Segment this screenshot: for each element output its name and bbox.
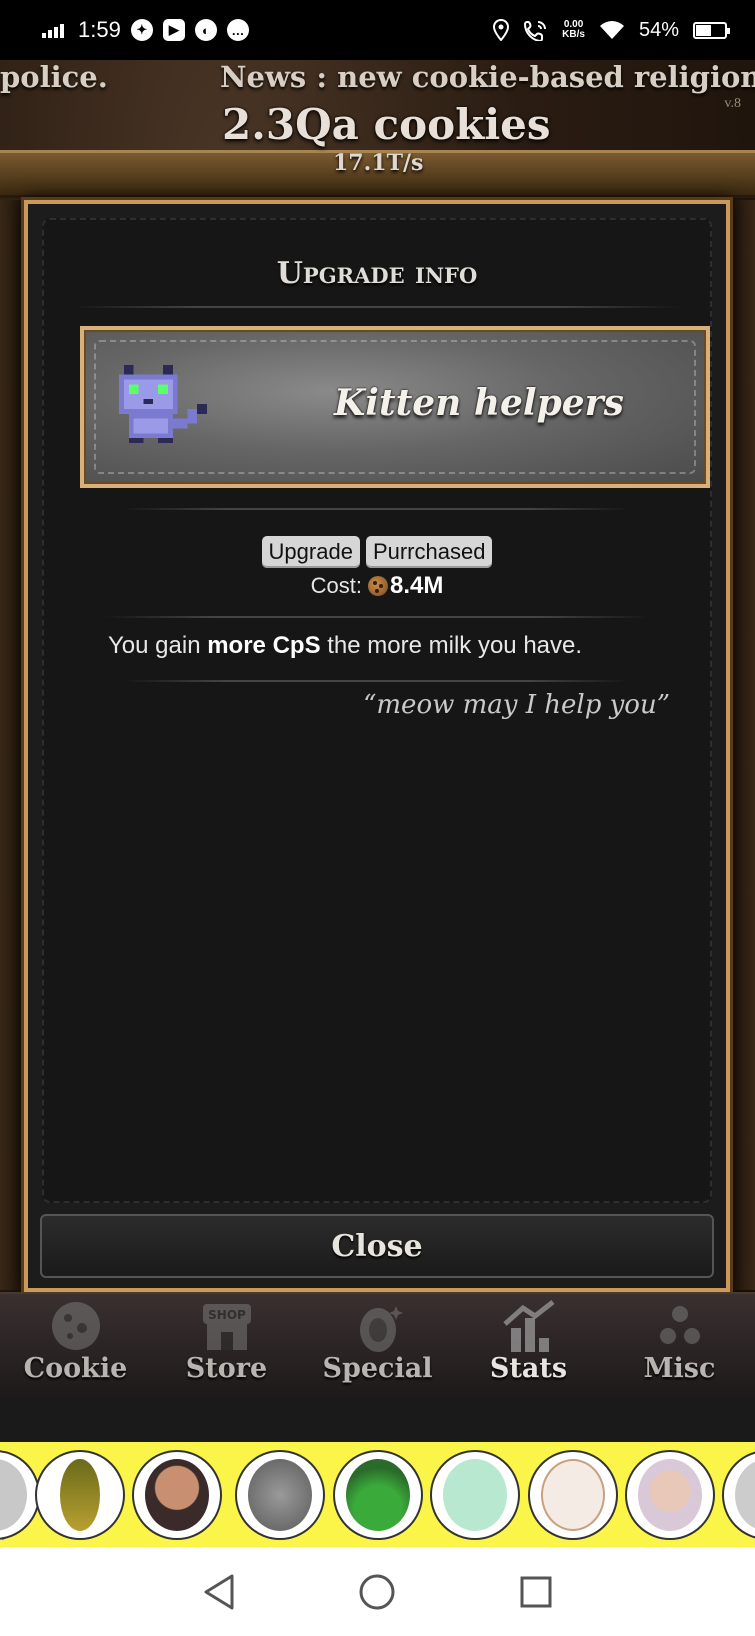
shop-icon: SHOP: [202, 1304, 251, 1350]
tab-cookie[interactable]: Cookie: [6, 1294, 146, 1384]
separator-strip: [0, 1396, 755, 1442]
tab-label: Misc: [643, 1353, 716, 1384]
upgrade-description: You gain more CpS the more milk you have…: [108, 632, 583, 659]
tab-label: Special: [322, 1353, 433, 1384]
stats-icon: [502, 1300, 555, 1352]
partial-sticker: [0, 1450, 40, 1540]
tab-label: Cookie: [23, 1353, 128, 1384]
flavor-quote: “meow may I help you”: [363, 690, 670, 720]
youtube-icon: ▶: [162, 19, 185, 41]
close-button[interactable]: Close: [40, 1214, 714, 1278]
cost-line: Cost: 8.4M: [44, 572, 710, 600]
recents-button[interactable]: [516, 1572, 556, 1612]
recents-icon: [520, 1576, 552, 1607]
upgrade-tags: Upgrade Purrchased: [44, 536, 710, 568]
ad-banner[interactable]: ▷: [0, 1442, 755, 1547]
home-button[interactable]: [357, 1572, 397, 1612]
tab-misc[interactable]: Misc: [610, 1294, 750, 1384]
divider: [124, 680, 630, 682]
bottom-tab-bar: Cookie SHOP Store Special Stats Misc: [0, 1292, 755, 1396]
cost-value: 8.4M: [390, 572, 444, 599]
battery-icon: [693, 21, 730, 39]
broccoli-sticker: [333, 1450, 423, 1540]
news-fragment: police.: [0, 60, 108, 94]
upgrade-name: Kitten helpers: [334, 382, 624, 424]
pickle-sticker: [35, 1450, 125, 1540]
green-face-sticker: [430, 1450, 520, 1540]
news-ticker[interactable]: police. News : new cookie-based religion: [0, 60, 755, 100]
svg-text:SHOP: SHOP: [208, 1308, 246, 1322]
kitten-icon: [119, 364, 207, 444]
upgrade-info-modal: Upgrade info Kitten helpers Upgrade Purr…: [24, 200, 730, 1292]
divider: [124, 508, 630, 510]
dots-icon: [659, 1306, 700, 1344]
cookie-icon: [51, 1302, 100, 1350]
tab-store[interactable]: SHOP Store: [157, 1294, 297, 1384]
modal-title: Upgrade info: [276, 256, 478, 291]
location-icon: [493, 19, 510, 41]
net-speed: 0.00 KB/s: [562, 19, 585, 40]
cookie-icon: [368, 576, 388, 596]
divider: [74, 306, 680, 308]
cookie-count: 2.3Qa cookies: [222, 100, 551, 149]
cookies-per-second: 17.1T/s: [333, 150, 424, 176]
battery-percent: 54%: [638, 18, 679, 41]
tab-stats[interactable]: Stats: [459, 1294, 599, 1384]
signal-icon: [42, 22, 64, 38]
bearded-man-sticker: [132, 1450, 222, 1540]
app-icon: ◐: [194, 19, 217, 41]
home-icon: [359, 1574, 395, 1609]
divider: [104, 616, 650, 618]
tag-status: Purrchased: [365, 536, 493, 568]
egg-icon: [359, 1306, 403, 1352]
tag-type: Upgrade: [261, 536, 360, 568]
tab-special[interactable]: Special: [308, 1294, 448, 1384]
wifi-call-icon: [524, 21, 547, 41]
wifi-icon: [599, 21, 624, 39]
status-bar: 1:59 ✦ ▶ ◐ … 0.00 KB/s 54%: [0, 0, 755, 60]
blonde-woman-sticker: [625, 1450, 715, 1540]
upgrade-banner: Kitten helpers: [80, 326, 710, 488]
tab-label: Stats: [489, 1353, 568, 1384]
system-nav-bar: [0, 1547, 755, 1636]
tab-label: Store: [185, 1353, 268, 1384]
gray-cat-sticker: [235, 1450, 325, 1540]
cost-label: Cost:: [310, 573, 362, 598]
partial-sticker: [722, 1450, 755, 1540]
status-time: 1:59: [78, 17, 121, 42]
version-label: v.8: [724, 96, 741, 111]
white-cat-sticker: [528, 1450, 618, 1540]
right-wall: [727, 200, 755, 1290]
game-controller-icon: ✦: [130, 19, 153, 41]
modal-content: Upgrade info Kitten helpers Upgrade Purr…: [42, 218, 712, 1203]
chat-icon: …: [226, 19, 249, 41]
news-headline: News : new cookie-based religion: [220, 60, 755, 94]
back-button[interactable]: [199, 1572, 239, 1612]
back-icon: [204, 1574, 234, 1609]
